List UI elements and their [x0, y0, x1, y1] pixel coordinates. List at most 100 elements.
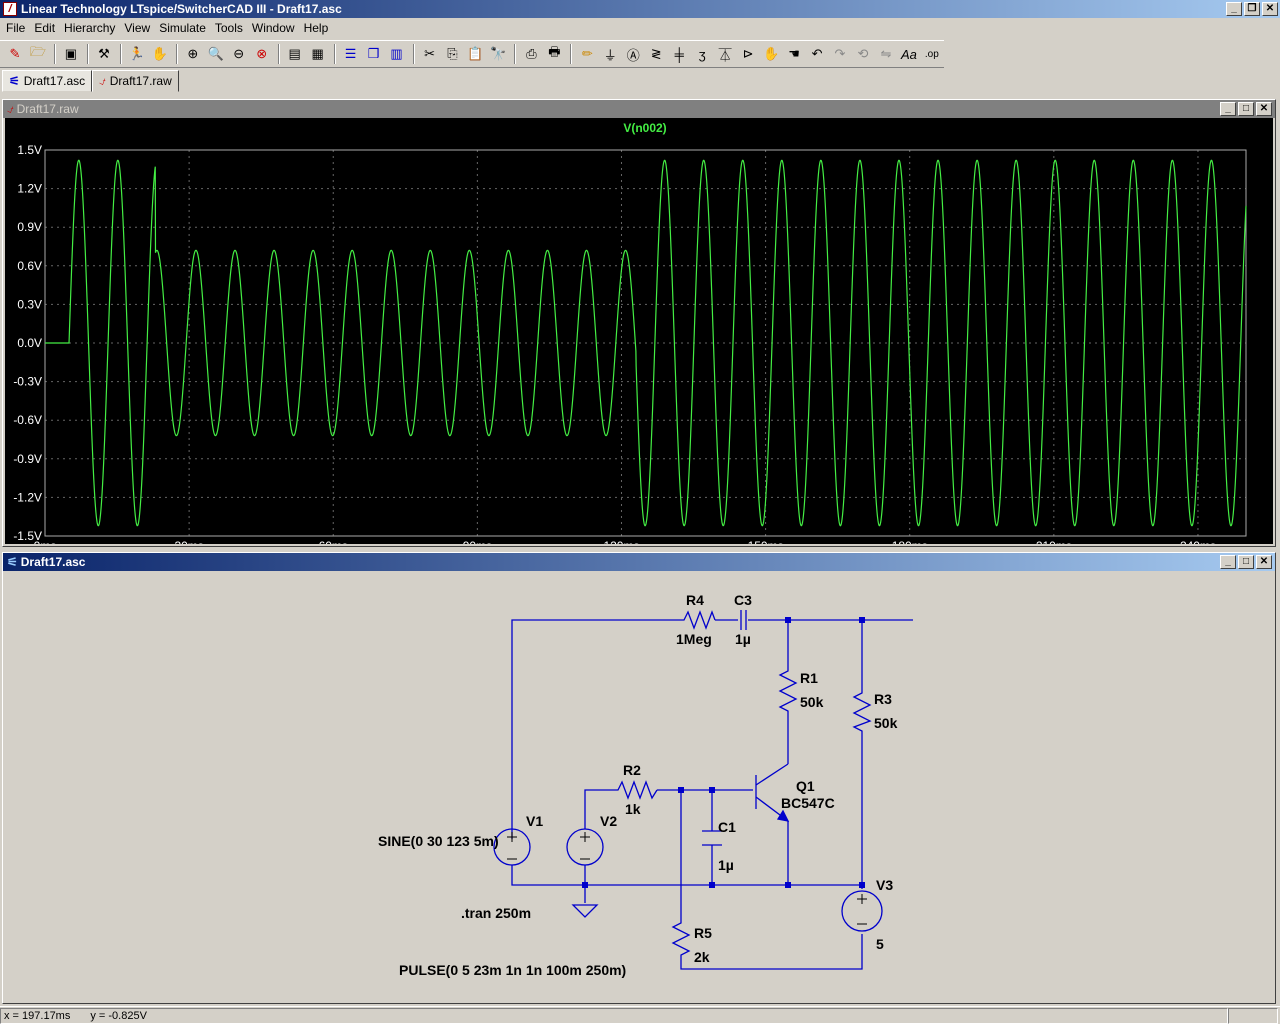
cascade-icon[interactable]: ❒ — [363, 43, 385, 65]
x-tick-label: 240ms — [1180, 539, 1216, 544]
control-panel-icon[interactable]: ⚒ — [93, 43, 115, 65]
x-tick-label: 150ms — [748, 539, 784, 544]
plot-maximize-button[interactable]: □ — [1238, 102, 1254, 116]
c3-value: 1µ — [735, 631, 751, 647]
r2-name: R2 — [623, 762, 641, 778]
text-icon[interactable]: Aa — [898, 43, 920, 65]
resistor-r1 — [778, 667, 798, 715]
menu-window[interactable]: Window — [250, 21, 302, 35]
wire — [511, 865, 862, 886]
zoom-fit-icon[interactable]: ⊗ — [251, 43, 273, 65]
q1-name: Q1 — [796, 778, 815, 794]
copy-icon[interactable]: ⎘ — [442, 43, 464, 65]
paste-icon[interactable]: 📋 — [464, 43, 486, 65]
run-icon[interactable]: 🏃 — [126, 43, 148, 65]
menu-help[interactable]: Help — [302, 21, 336, 35]
label-net-icon[interactable]: Ⓐ — [622, 43, 644, 65]
spice-directive-icon[interactable]: .op — [921, 43, 943, 65]
plot-minimize-button[interactable]: _ — [1220, 102, 1236, 116]
schematic-maximize-button[interactable]: □ — [1238, 555, 1254, 569]
waveform-plot[interactable]: 1.5V 1.2V 0.9V 0.6V 0.3V 0.0V -0.3V -0.6V -0.9V -… — [5, 118, 1273, 544]
v2-value: PULSE(0 5 23m 1n 1n 100m 250m) — [399, 962, 626, 978]
tile-vertical-icon[interactable]: ▥ — [386, 43, 408, 65]
y-tick-label: -0.9V — [13, 452, 42, 466]
redo-icon[interactable]: ↷ — [829, 43, 851, 65]
schematic-window-titlebar: ⚟ Draft17.asc _ □ ✕ — [3, 553, 1275, 571]
save-icon[interactable]: ▣ — [60, 43, 82, 65]
schematic-minimize-button[interactable]: _ — [1220, 555, 1236, 569]
r1-name: R1 — [800, 670, 818, 686]
find-icon[interactable]: 🔭 — [487, 43, 509, 65]
undo-icon[interactable]: ↶ — [806, 43, 828, 65]
x-tick-label: 60ms — [319, 539, 348, 544]
autorange-icon[interactable]: ▤ — [284, 43, 306, 65]
component-icon[interactable]: ⊳ — [737, 43, 759, 65]
menu-simulate[interactable]: Simulate — [157, 21, 213, 35]
r2-value: 1k — [625, 801, 641, 817]
r1-value: 50k — [800, 694, 824, 710]
schematic-canvas[interactable]: R4 1Meg C3 1µ R1 50k R3 50k R2 1k Q1 BC5… — [5, 571, 1273, 999]
menu-hierarchy[interactable]: Hierarchy — [62, 21, 122, 35]
tab-waveform[interactable]: ⍻ Draft17.raw — [92, 70, 179, 92]
x-tick-label: 180ms — [892, 539, 928, 544]
menu-edit[interactable]: Edit — [32, 21, 62, 35]
v1-name: V1 — [526, 813, 543, 829]
x-axis-ticks: 0ms 30ms 60ms 90ms 120ms 150ms 180ms 210ms 240ms — [34, 539, 1216, 544]
main-toolbar: ✎ 🗁 ▣ ⚒ 🏃 ✋ ⊕ 🔍 ⊖ ⊗ ▤ ▦ ☰ ❒ ▥ ✂ ⎘ 📋 🔭 ⎙ … — [0, 40, 944, 68]
mirror-icon[interactable]: ⇋ — [875, 43, 897, 65]
close-button[interactable]: ✕ — [1262, 2, 1278, 16]
plot-window-title: Draft17.raw — [16, 102, 79, 116]
plot-close-button[interactable]: ✕ — [1256, 102, 1272, 116]
draw-wire-icon[interactable]: ✏ — [576, 43, 598, 65]
menu-file[interactable]: File — [4, 21, 32, 35]
schematic-close-button[interactable]: ✕ — [1256, 555, 1272, 569]
capacitor-icon[interactable]: ╪ — [668, 43, 690, 65]
r3-name: R3 — [874, 691, 892, 707]
fft-icon[interactable]: ▦ — [307, 43, 329, 65]
y-tick-label: 0.3V — [17, 297, 42, 311]
print-icon[interactable]: 🖶 — [543, 43, 565, 65]
move-hand-icon[interactable]: ✋ — [760, 43, 782, 65]
ltspice-logo-icon: / — [3, 2, 17, 16]
menu-tools[interactable]: Tools — [213, 21, 250, 35]
diode-icon[interactable]: ⏄ — [714, 43, 736, 65]
resistor-r2 — [612, 780, 658, 800]
rotate-icon[interactable]: ⟲ — [852, 43, 874, 65]
y-tick-label: 0.6V — [17, 259, 42, 273]
ground-icon[interactable]: ⏚ — [599, 43, 621, 65]
zoom-out-icon[interactable]: ⊖ — [228, 43, 250, 65]
v3-name: V3 — [876, 877, 893, 893]
inductor-icon[interactable]: ʒ — [691, 43, 713, 65]
schematic-icon: ⚟ — [7, 555, 18, 569]
wire — [511, 619, 680, 839]
x-tick-label: 90ms — [463, 539, 492, 544]
app-title-bar: / Linear Technology LTspice/SwitcherCAD … — [0, 0, 1280, 18]
tab-schematic[interactable]: ⚟ Draft17.asc — [2, 70, 93, 92]
r5-value: 2k — [694, 949, 710, 965]
restore-button[interactable]: ❐ — [1244, 2, 1260, 16]
status-main: x = 197.17ms y = -0.825V — [0, 1007, 1228, 1024]
minimize-button[interactable]: _ — [1226, 2, 1242, 16]
trace-label: V(n002) — [623, 121, 666, 135]
schematic-window: ⚟ Draft17.asc _ □ ✕ R4 1Meg C3 1µ R1 50k… — [2, 552, 1276, 1004]
zoom-pan-icon[interactable]: 🔍 — [205, 43, 227, 65]
zoom-in-icon[interactable]: ⊕ — [182, 43, 204, 65]
y-tick-label: -0.3V — [13, 375, 42, 389]
x-tick-label: 0ms — [34, 539, 57, 544]
tile-horizontal-icon[interactable]: ☰ — [340, 43, 362, 65]
open-folder-icon[interactable]: 🗁 — [27, 43, 49, 65]
schematic-window-title: Draft17.asc — [20, 555, 86, 569]
cursor-x-readout: x = 197.17ms — [4, 1009, 71, 1022]
y-tick-label: -1.2V — [13, 490, 42, 504]
drag-hand-icon[interactable]: ☚ — [783, 43, 805, 65]
waveform-icon: ⍻ — [99, 73, 106, 88]
status-aux — [1228, 1007, 1278, 1024]
resistor-icon[interactable]: ≷ — [645, 43, 667, 65]
window-title: Linear Technology LTspice/SwitcherCAD II… — [21, 2, 342, 16]
new-schematic-icon[interactable]: ✎ — [4, 43, 26, 65]
print-setup-icon[interactable]: ⎙ — [520, 43, 542, 65]
pan-icon[interactable]: ✋ — [149, 43, 171, 65]
cut-icon[interactable]: ✂ — [419, 43, 441, 65]
menu-view[interactable]: View — [122, 21, 157, 35]
junction-dots — [582, 617, 865, 888]
